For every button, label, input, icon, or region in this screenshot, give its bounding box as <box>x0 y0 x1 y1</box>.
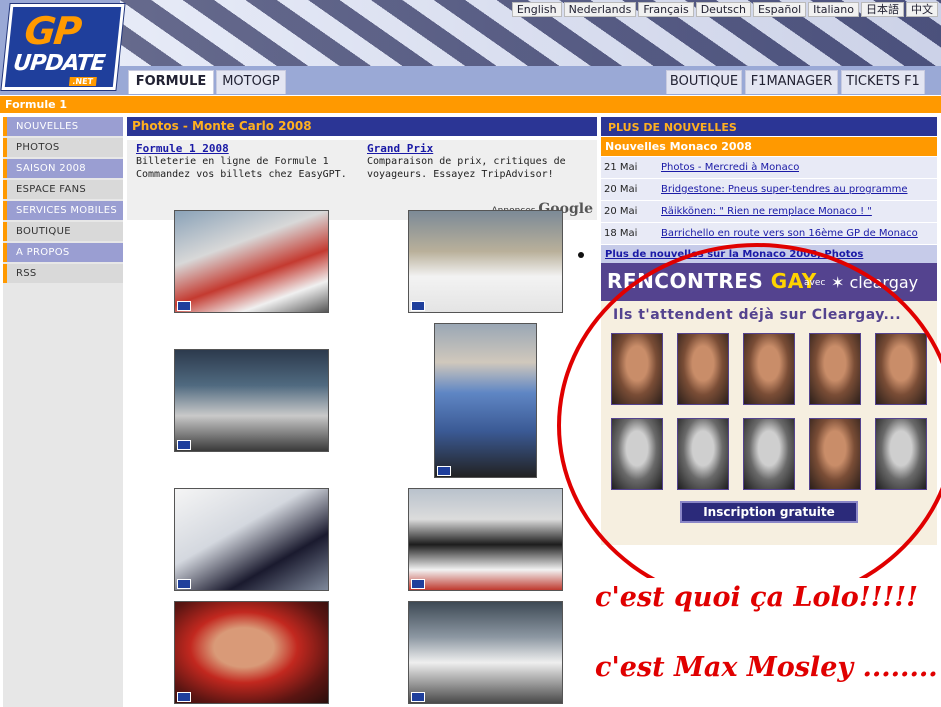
monaco-news-title: Nouvelles Monaco 2008 <box>601 137 937 156</box>
more-news-title: PLUS DE NOUVELLES <box>601 117 937 136</box>
ad-formule-1[interactable]: Formule 1 2008 Billeterie en ligne de Fo… <box>136 142 347 181</box>
ad-title[interactable]: Formule 1 2008 <box>136 142 347 155</box>
photo-thumbnail[interactable] <box>174 488 329 591</box>
sidebar-item-a-propos[interactable]: A PROPOS <box>3 243 123 262</box>
logo-update-text: UPDATE <box>11 51 106 76</box>
news-link[interactable]: Photos - Mercredi à Monaco <box>661 157 799 178</box>
gp-logo-icon <box>411 579 425 589</box>
gp-logo-icon <box>177 440 191 450</box>
lang-nederlands[interactable]: Nederlands <box>563 2 637 17</box>
news-link[interactable]: Barrichello en route vers son 16ème GP d… <box>661 223 918 244</box>
gp-update-logo[interactable]: GP UPDATE .NET <box>1 4 125 90</box>
gp-logo-icon <box>411 692 425 702</box>
news-date: 18 Mai <box>604 228 638 239</box>
photo-thumbnail[interactable] <box>174 210 329 313</box>
red-circle-annotation <box>557 243 941 608</box>
lang-chinese[interactable]: 中文 <box>906 2 938 17</box>
photo-thumbnail[interactable] <box>434 323 537 478</box>
gp-logo-icon <box>177 579 191 589</box>
photo-thumbnail[interactable] <box>408 488 563 591</box>
annotation-text-1: c'est quoi ça Lolo!!!!! <box>595 582 918 613</box>
news-date: 20 Mai <box>604 206 638 217</box>
logo-gp-text: GP <box>22 9 83 53</box>
news-row: 18 Mai Barrichello en route vers son 16è… <box>601 223 937 244</box>
sidebar-item-services-mobiles[interactable]: SERVICES MOBILES <box>3 201 123 220</box>
news-link[interactable]: Räikkönen: " Rien ne remplace Monaco ! " <box>661 201 872 222</box>
sidebar-item-photos[interactable]: PHOTOS <box>3 138 123 157</box>
news-row: 21 Mai Photos - Mercredi à Monaco <box>601 157 937 178</box>
tab-tickets-f1[interactable]: TICKETS F1 <box>841 70 925 94</box>
lang-italiano[interactable]: Italiano <box>808 2 859 17</box>
annotation-text-2: c'est Max Mosley ........ <box>595 652 938 683</box>
news-row: 20 Mai Räikkönen: " Rien ne remplace Mon… <box>601 201 937 222</box>
ad-grand-prix[interactable]: Grand Prix Comparaison de prix, critique… <box>367 142 566 181</box>
news-date: 20 Mai <box>604 184 638 195</box>
lang-francais[interactable]: Français <box>638 2 694 17</box>
sidebar: NOUVELLES PHOTOS SAISON 2008 ESPACE FANS… <box>3 117 123 707</box>
ad-line: Commandez vos billets chez EasyGPT. <box>136 169 347 180</box>
sidebar-item-nouvelles[interactable]: NOUVELLES <box>3 117 123 136</box>
sidebar-item-espace-fans[interactable]: ESPACE FANS <box>3 180 123 199</box>
photo-thumbnail[interactable] <box>408 601 563 704</box>
sidebar-item-rss[interactable]: RSS <box>3 264 123 283</box>
main-content: Photos - Monte Carlo 2008 Formule 1 2008… <box>127 117 597 707</box>
gp-logo-icon <box>177 301 191 311</box>
logo-net-text: .NET <box>68 77 97 86</box>
ad-line: Billeterie en ligne de Formule 1 <box>136 156 329 167</box>
news-row: 20 Mai Bridgestone: Pneus super-tendres … <box>601 179 937 200</box>
page-title: Photos - Monte Carlo 2008 <box>127 117 597 136</box>
site-header: English Nederlands Français Deutsch Espa… <box>0 0 941 95</box>
tab-boutique[interactable]: BOUTIQUE <box>666 70 742 94</box>
sidebar-item-saison-2008[interactable]: SAISON 2008 <box>3 159 123 178</box>
photo-thumbnail[interactable] <box>174 349 329 452</box>
gp-logo-icon <box>177 692 191 702</box>
lang-espanol[interactable]: Español <box>752 2 807 17</box>
tab-motogp[interactable]: MOTOGP <box>216 70 286 94</box>
photo-thumbnail[interactable] <box>408 210 563 313</box>
photo-thumbnail[interactable] <box>174 601 329 704</box>
news-date: 21 Mai <box>604 162 638 173</box>
ad-line: Comparaison de prix, critiques de <box>367 156 566 167</box>
language-bar: English Nederlands Français Deutsch Espa… <box>511 2 938 17</box>
lang-deutsch[interactable]: Deutsch <box>695 2 751 17</box>
lang-japanese[interactable]: 日本語 <box>861 2 904 17</box>
section-bar: Formule 1 <box>0 96 941 113</box>
google-ads-block: Formule 1 2008 Billeterie en ligne de Fo… <box>127 140 597 220</box>
lang-english[interactable]: English <box>511 2 562 17</box>
news-link[interactable]: Bridgestone: Pneus super-tendres au prog… <box>661 179 908 200</box>
stray-dot <box>578 252 584 258</box>
ad-line: voyageurs. Essayez TripAdvisor! <box>367 169 554 180</box>
tab-f1manager[interactable]: F1MANAGER <box>745 70 838 94</box>
ad-title[interactable]: Grand Prix <box>367 142 566 155</box>
gp-logo-icon <box>411 301 425 311</box>
sidebar-item-boutique[interactable]: BOUTIQUE <box>3 222 123 241</box>
tab-formule-1[interactable]: FORMULE 1 <box>128 70 214 94</box>
gp-logo-icon <box>437 466 451 476</box>
